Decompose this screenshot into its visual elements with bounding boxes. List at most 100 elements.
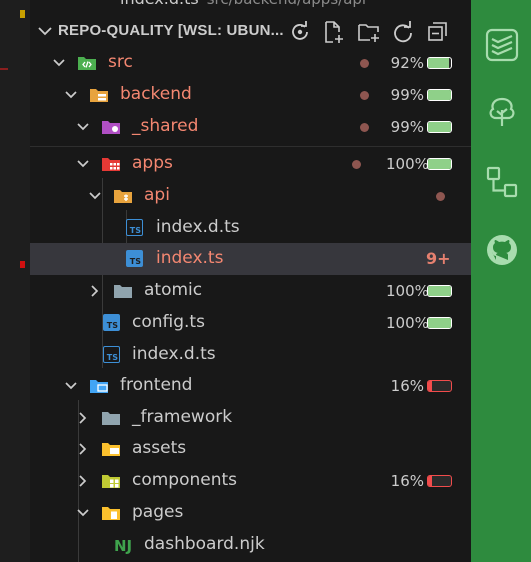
tree-row-config-ts[interactable]: TS config.ts 100% xyxy=(30,307,471,339)
tree-row-api[interactable]: api xyxy=(30,180,471,212)
refresh-coverage-icon[interactable] xyxy=(288,20,312,44)
refresh-explorer-icon[interactable] xyxy=(391,20,415,44)
tree-label: config.ts xyxy=(132,312,205,332)
coverage-bar-fill xyxy=(428,90,451,100)
typescript-icon: TS xyxy=(126,219,143,236)
folder-src-icon xyxy=(78,57,96,70)
divider xyxy=(30,146,471,147)
coverage-bar-fill xyxy=(428,122,451,132)
typescript-icon: TS xyxy=(103,314,120,331)
tree-row-shared[interactable]: _shared 99% xyxy=(30,111,471,143)
tree-label: dashboard.njk xyxy=(144,534,265,554)
tree-row-assets[interactable]: assets xyxy=(30,433,471,465)
tree-label: backend xyxy=(120,84,192,104)
modified-dot xyxy=(436,192,445,201)
coverage-bar-fill xyxy=(428,381,432,391)
coverage-bar xyxy=(427,158,452,170)
tree-label: pages xyxy=(132,502,184,522)
folder-server-icon xyxy=(90,89,108,102)
new-folder-icon[interactable] xyxy=(357,20,381,44)
chevron-down-icon[interactable] xyxy=(86,187,104,205)
folder-pages-icon xyxy=(102,507,120,520)
coverage-bar xyxy=(427,57,452,69)
modified-dot xyxy=(360,59,369,68)
editor-gutter xyxy=(0,0,31,562)
tree-label: _framework xyxy=(132,407,233,427)
folder-icon xyxy=(114,285,132,298)
todoist-icon[interactable] xyxy=(485,28,519,62)
collapse-all-icon[interactable] xyxy=(426,20,450,44)
coverage-percent: 99% xyxy=(390,86,424,104)
coverage-bar xyxy=(427,89,452,101)
chevron-right-icon[interactable] xyxy=(86,282,104,300)
gutter-marker xyxy=(20,261,25,268)
gutter-marker xyxy=(20,10,25,18)
coverage-bar-fill xyxy=(428,159,451,169)
folder-icon xyxy=(102,412,120,425)
coverage-bar xyxy=(427,285,452,297)
tree-row-frontend[interactable]: frontend 16% xyxy=(30,370,471,402)
chevron-right-icon[interactable] xyxy=(74,440,92,458)
tree-label: index.d.ts xyxy=(132,344,216,364)
chevron-down-icon[interactable] xyxy=(34,20,56,42)
tree-icon[interactable] xyxy=(485,95,519,129)
folder-shared-icon xyxy=(102,121,120,134)
folder-components-icon xyxy=(102,475,120,488)
folder-assets-icon xyxy=(102,443,120,456)
new-file-icon[interactable] xyxy=(321,20,345,44)
open-editor-peek[interactable]: index.d.ts src/backend/apps/api xyxy=(120,0,366,9)
folder-api-icon xyxy=(114,190,132,203)
coverage-bar-fill xyxy=(428,476,432,486)
tree-row-atomic[interactable]: atomic 100% xyxy=(30,275,471,307)
coverage-bar xyxy=(427,121,452,133)
coverage-bar-fill xyxy=(428,318,451,328)
chevron-right-icon[interactable] xyxy=(74,409,92,427)
chevron-down-icon[interactable] xyxy=(74,118,92,136)
typescript-icon: TS xyxy=(126,250,143,267)
coverage-percent: 100% xyxy=(386,314,429,332)
explorer-header[interactable]: REPO-QUALITY [WSL: UBUN... xyxy=(30,16,471,48)
tree-row-backend[interactable]: backend 99% xyxy=(30,79,471,111)
coverage-percent: 16% xyxy=(390,377,424,395)
chevron-down-icon[interactable] xyxy=(62,86,80,104)
chevron-down-icon[interactable] xyxy=(50,54,68,72)
tree-label: api xyxy=(144,185,170,205)
tree-label: apps xyxy=(132,153,173,173)
coverage-bar xyxy=(427,380,452,392)
svg-text:NJ: NJ xyxy=(114,537,132,554)
diagram-icon[interactable] xyxy=(485,165,519,199)
explorer-panel: index.d.ts src/backend/apps/api REPO-QUAL… xyxy=(30,0,471,562)
tree-label: atomic xyxy=(144,280,203,300)
chevron-right-icon[interactable] xyxy=(74,472,92,490)
peek-filename: index.d.ts xyxy=(120,0,199,8)
tree-row-src[interactable]: src 92% xyxy=(30,47,471,79)
tree-label: src xyxy=(108,52,133,72)
tree-row-pages[interactable]: pages xyxy=(30,497,471,529)
tree-label: frontend xyxy=(120,375,193,395)
coverage-bar xyxy=(427,317,452,329)
github-icon[interactable] xyxy=(485,233,519,267)
coverage-bar-fill xyxy=(428,286,451,296)
gutter-marker xyxy=(0,68,8,70)
tree-label: assets xyxy=(132,438,187,458)
peek-path: src/backend/apps/api xyxy=(207,0,366,8)
chevron-down-icon[interactable] xyxy=(74,504,92,522)
tree-row-index-d-ts[interactable]: TS index.d.ts xyxy=(30,212,471,244)
coverage-bar xyxy=(427,475,452,487)
typescript-icon: TS xyxy=(103,346,120,363)
tree-label: index.d.ts xyxy=(156,217,240,237)
chevron-down-icon[interactable] xyxy=(74,155,92,173)
coverage-percent: 16% xyxy=(390,472,424,490)
modified-dot xyxy=(360,123,369,132)
tree-row-index-d-ts[interactable]: TS index.d.ts xyxy=(30,339,471,371)
tree-row-components[interactable]: components 16% xyxy=(30,465,471,497)
tree-row-dashboard-njk[interactable]: NJ dashboard.njk xyxy=(30,529,471,561)
coverage-percent: 92% xyxy=(390,54,424,72)
tree-label: index.ts xyxy=(156,248,224,268)
tree-row-framework[interactable]: _framework xyxy=(30,402,471,434)
coverage-percent: 99% xyxy=(390,118,424,136)
tree-label: components xyxy=(132,470,238,490)
tree-row-apps[interactable]: apps 100% xyxy=(30,148,471,180)
tree-row-index-ts[interactable]: TS index.ts 9+ xyxy=(30,243,471,275)
chevron-down-icon[interactable] xyxy=(62,377,80,395)
